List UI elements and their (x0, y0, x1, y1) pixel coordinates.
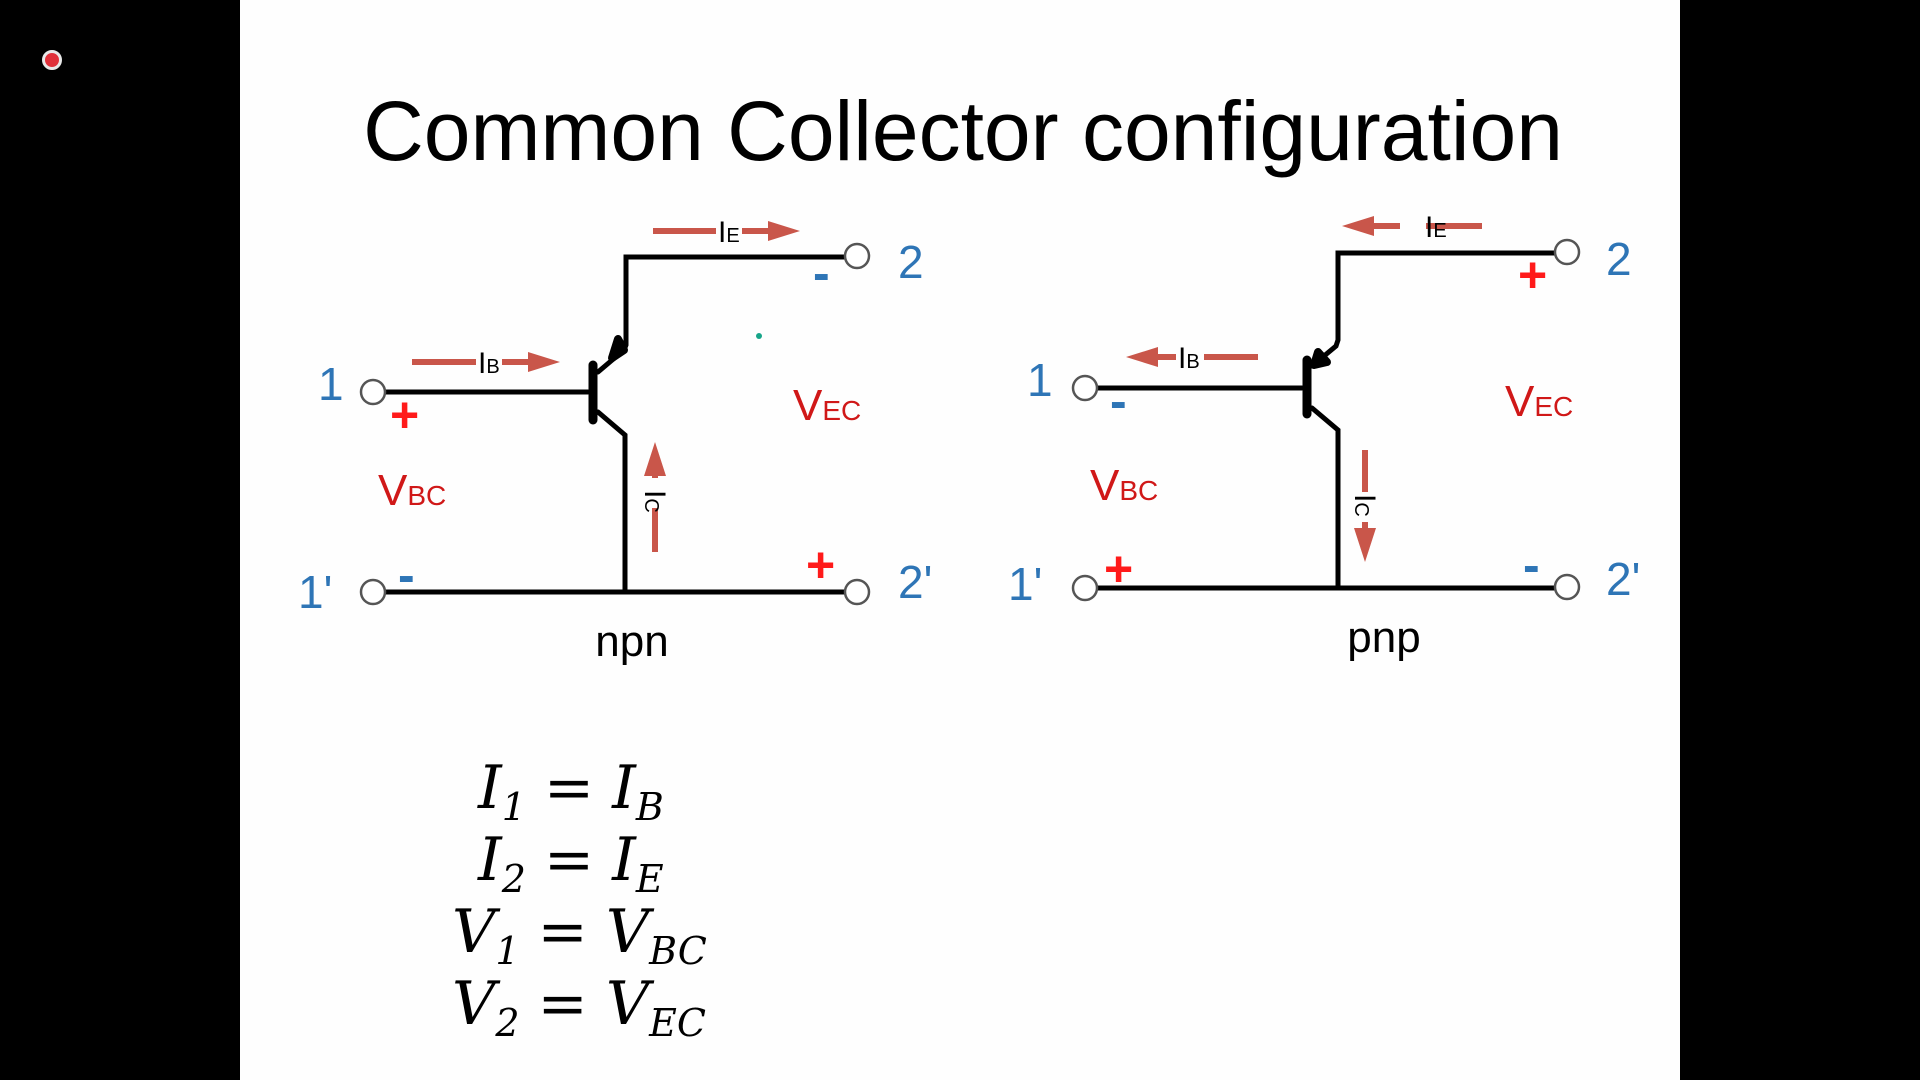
npn-port-1p-label: 1' (298, 566, 332, 618)
pnp-port-2-terminal (1553, 238, 1581, 266)
npn-port-1-label: 1 (318, 358, 344, 410)
pnp-ic-label: IC (1348, 494, 1381, 517)
pnp-ie-label: IE (1425, 211, 1447, 244)
pnp-out-minus: - (1523, 537, 1540, 593)
npn-port-2p-label: 2' (898, 556, 932, 608)
npn-ie-arrow-icon (768, 221, 800, 241)
pnp-caption: pnp (1347, 613, 1420, 662)
equation-3: V1 = VBC (452, 897, 707, 973)
npn-ib-label: IB (478, 347, 500, 380)
npn-ie-label: IE (718, 216, 740, 249)
pnp-port-1-terminal (1071, 374, 1099, 402)
pnp-in-plus: + (1104, 541, 1133, 597)
pnp-ib-arrow-icon (1126, 347, 1158, 367)
npn-out-minus: - (813, 245, 830, 301)
stray-dot (756, 333, 762, 339)
pnp-circuit: 1 1' 2 2' + - + - VBC VEC IE IB IC pnp (1008, 211, 1640, 662)
equation-4: V2 = VEC (452, 969, 706, 1045)
npn-in-plus: + (390, 387, 419, 443)
npn-in-minus: - (398, 547, 415, 603)
pnp-v-in-label: VBC (1090, 461, 1158, 510)
npn-ib-arrow-icon (528, 352, 560, 372)
npn-collector-wire (595, 409, 628, 595)
pnp-in-minus: - (1110, 373, 1127, 429)
pnp-out-plus: + (1518, 247, 1547, 303)
slide: Common Collector configuration 1 1' 2 2'… (240, 0, 1680, 1080)
npn-v-out-label: VEC (793, 381, 861, 430)
recording-indicator-icon (42, 50, 62, 70)
npn-ic-arrow-icon (644, 442, 666, 476)
pnp-ie-arrow-icon (1342, 216, 1374, 236)
equations: I1 = IB I2 = IE V1 = VBC V2 = VEC (452, 753, 707, 1045)
npn-port-1p-terminal (359, 578, 387, 606)
npn-port-2-terminal (843, 242, 871, 270)
pnp-v-out-label: VEC (1505, 377, 1573, 426)
npn-v-in-label: VBC (378, 466, 446, 515)
equation-2: I2 = IE (477, 825, 664, 901)
pnp-collector-wire (1309, 405, 1341, 591)
pnp-port-2p-terminal (1553, 573, 1581, 601)
npn-out-plus: + (806, 537, 835, 593)
equation-1: I1 = IB (477, 753, 664, 829)
pnp-port-2p-label: 2' (1606, 553, 1640, 605)
pnp-port-2-label: 2 (1606, 233, 1632, 285)
npn-circuit: 1 1' 2 2' + - + - VBC VEC IE IB IC npn (298, 216, 932, 666)
pnp-port-1-label: 1 (1027, 354, 1053, 406)
slide-title: Common Collector configuration (363, 84, 1563, 178)
pnp-ic-arrow-icon (1354, 528, 1376, 562)
diagram-canvas: Common Collector configuration 1 1' 2 2'… (298, 84, 1640, 1045)
npn-ic-label: IC (638, 490, 671, 513)
npn-port-2-label: 2 (898, 236, 924, 288)
npn-port-2p-terminal (843, 578, 871, 606)
pnp-ib-label: IB (1178, 342, 1200, 375)
npn-port-1-terminal (359, 378, 387, 406)
npn-caption: npn (595, 617, 668, 666)
pnp-port-1p-terminal (1071, 574, 1099, 602)
pnp-port-1p-label: 1' (1008, 558, 1042, 610)
pnp-emitter-arrow-icon (1310, 348, 1331, 369)
